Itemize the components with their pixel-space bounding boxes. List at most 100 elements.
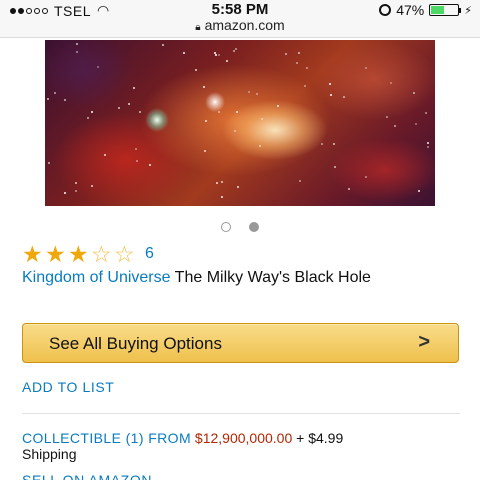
star-filled-icon: ★ xyxy=(45,241,66,267)
collectible-link[interactable]: COLLECTIBLE (1) FROM xyxy=(22,430,191,446)
image-star xyxy=(76,51,78,53)
image-star xyxy=(133,87,135,89)
image-star xyxy=(277,105,279,107)
star-empty-icon: ☆ xyxy=(114,241,135,267)
image-star xyxy=(47,98,49,100)
pager-dot-active[interactable] xyxy=(249,222,259,232)
product-title: Kingdom of Universe The Milky Way's Blac… xyxy=(22,268,462,287)
image-star xyxy=(259,145,261,147)
image-star xyxy=(304,85,306,87)
shipping-label: Shipping xyxy=(22,446,77,462)
image-star xyxy=(216,182,218,184)
image-star xyxy=(390,82,392,84)
image-star xyxy=(91,111,93,113)
collectible-offer: COLLECTIBLE (1) FROM $12,900,000.00 + $4… xyxy=(22,430,472,462)
shipping-cost: + $4.99 xyxy=(296,430,344,446)
image-star xyxy=(136,160,138,162)
status-right: 47% ⚡︎ xyxy=(379,2,472,18)
image-star xyxy=(214,101,216,103)
image-star xyxy=(218,111,220,113)
image-star xyxy=(162,44,164,46)
image-star xyxy=(248,91,250,93)
collectible-price: $12,900,000.00 xyxy=(194,430,293,446)
chevron-right-icon: > xyxy=(418,331,430,353)
image-star xyxy=(427,142,429,144)
rating[interactable]: ★ ★ ★ ☆ ☆ 6 xyxy=(22,241,154,267)
buy-options-label: See All Buying Options xyxy=(49,334,222,353)
image-star xyxy=(415,123,417,125)
image-star xyxy=(237,186,239,188)
divider xyxy=(22,413,460,414)
battery-icon xyxy=(429,4,462,16)
image-star xyxy=(54,92,56,94)
image-star xyxy=(343,96,345,98)
image-star xyxy=(149,164,151,166)
lock-icon: 🔒︎ xyxy=(195,22,201,33)
image-star xyxy=(204,150,206,152)
star-empty-icon: ☆ xyxy=(91,241,112,267)
image-star xyxy=(234,130,236,132)
image-star xyxy=(321,143,323,145)
image-star xyxy=(221,181,223,183)
image-star xyxy=(135,148,137,150)
star-filled-icon: ★ xyxy=(68,241,89,267)
image-star xyxy=(334,166,336,168)
image-star xyxy=(48,162,50,164)
image-star xyxy=(76,43,78,45)
product-name: The Milky Way's Black Hole xyxy=(174,269,371,286)
image-star xyxy=(205,120,207,122)
image-star xyxy=(425,112,427,114)
add-to-list-link[interactable]: ADD TO LIST xyxy=(22,379,114,395)
image-star xyxy=(91,185,93,187)
image-star xyxy=(427,146,429,148)
address-bar[interactable]: 🔒︎ amazon.com xyxy=(0,17,480,33)
image-star xyxy=(64,99,66,101)
pager-dot[interactable] xyxy=(221,222,231,232)
image-star xyxy=(104,154,106,156)
image-star xyxy=(365,176,367,178)
image-star xyxy=(256,93,258,95)
image-star xyxy=(233,50,235,52)
image-star xyxy=(75,182,77,184)
image-star xyxy=(235,48,237,50)
image-star xyxy=(418,190,420,192)
image-star xyxy=(394,125,396,127)
image-star xyxy=(183,52,185,54)
image-pager[interactable] xyxy=(0,222,480,232)
image-star xyxy=(226,60,228,62)
image-star xyxy=(87,117,89,119)
image-star xyxy=(218,54,220,56)
see-all-buying-options-button[interactable]: See All Buying Options > xyxy=(22,323,459,363)
image-star xyxy=(298,52,300,54)
status-bar: TSEL ◠ 5:58 PM 🔒︎ amazon.com 47% ⚡︎ xyxy=(0,0,480,38)
sell-on-amazon-link[interactable]: SELL ON AMAZON xyxy=(22,472,152,480)
image-star xyxy=(214,52,216,54)
image-star xyxy=(128,103,130,105)
star-filled-icon: ★ xyxy=(22,241,43,267)
image-star xyxy=(64,192,66,194)
image-star xyxy=(221,196,223,198)
image-star xyxy=(413,92,415,94)
battery-percent: 47% xyxy=(396,2,425,18)
image-star xyxy=(195,69,197,71)
url-text: amazon.com xyxy=(204,17,285,33)
image-star xyxy=(296,62,298,64)
image-star xyxy=(365,67,367,69)
image-star xyxy=(333,143,335,145)
review-count[interactable]: 6 xyxy=(145,245,154,263)
image-star xyxy=(75,190,77,192)
product-image[interactable] xyxy=(45,40,435,206)
image-star xyxy=(285,53,287,55)
image-star xyxy=(329,83,331,85)
image-star xyxy=(299,180,301,182)
image-star xyxy=(306,67,308,69)
image-star xyxy=(236,111,238,113)
image-star xyxy=(348,188,350,190)
image-star xyxy=(330,94,332,96)
image-star xyxy=(215,54,217,56)
image-star xyxy=(97,66,99,68)
charging-icon: ⚡︎ xyxy=(464,4,472,17)
image-star xyxy=(386,116,388,118)
image-star xyxy=(203,86,205,88)
brand-link[interactable]: Kingdom of Universe xyxy=(22,269,171,286)
